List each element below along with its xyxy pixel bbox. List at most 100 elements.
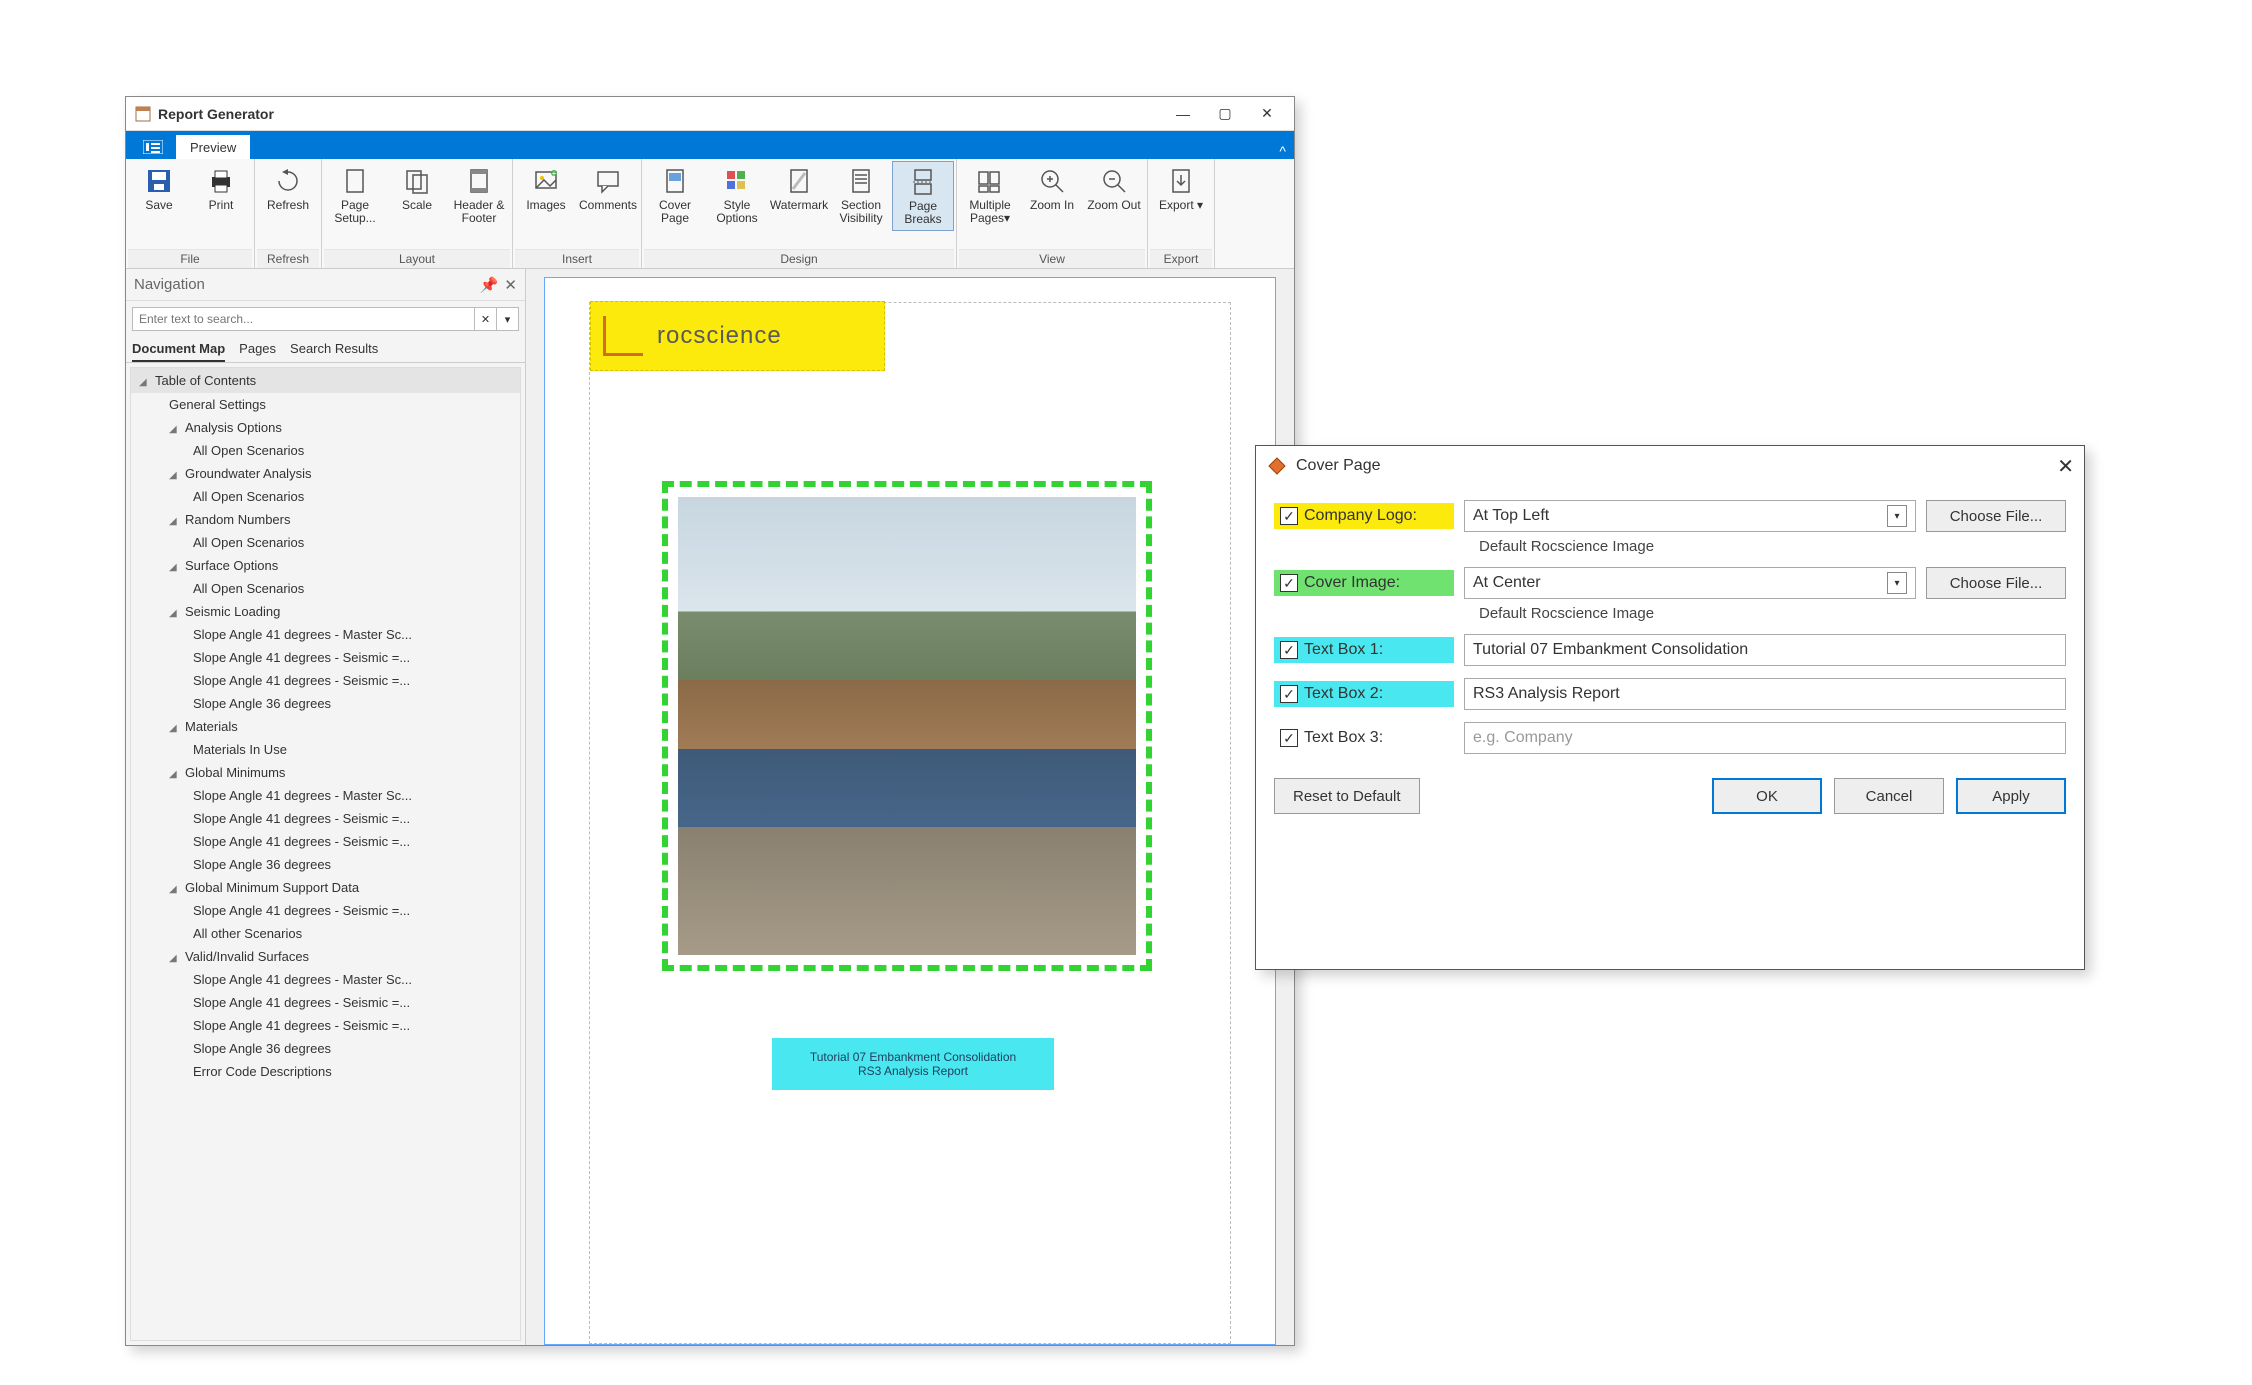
images-icon: + <box>530 165 562 197</box>
cancel-button[interactable]: Cancel <box>1834 778 1944 814</box>
comments-label: Comments <box>579 199 637 227</box>
nav-tab-document-map[interactable]: Document Map <box>132 337 225 362</box>
tree-item[interactable]: ◢Valid/Invalid Surfaces <box>131 945 520 968</box>
company-logo-checkbox[interactable]: ✓ <box>1280 507 1298 525</box>
print-button[interactable]: Print <box>190 161 252 229</box>
minimize-button[interactable]: — <box>1162 99 1204 129</box>
nav-tab-search-results[interactable]: Search Results <box>290 337 378 362</box>
apply-button[interactable]: Apply <box>1956 778 2066 814</box>
ok-button[interactable]: OK <box>1712 778 1822 814</box>
tree-item[interactable]: All Open Scenarios <box>131 485 520 508</box>
company-logo-choose-file-button[interactable]: Choose File... <box>1926 500 2066 532</box>
save-button[interactable]: Save <box>128 161 190 229</box>
tree-item[interactable]: Slope Angle 41 degrees - Master Sc... <box>131 968 520 991</box>
tree-item[interactable]: Slope Angle 41 degrees - Seismic =... <box>131 669 520 692</box>
scale-button[interactable]: Scale <box>386 161 448 229</box>
tree-item[interactable]: Slope Angle 41 degrees - Master Sc... <box>131 623 520 646</box>
tree-item[interactable]: ◢Analysis Options <box>131 416 520 439</box>
dialog-icon <box>1266 455 1288 477</box>
maximize-button[interactable]: ▢ <box>1204 99 1246 129</box>
page-breaks-button[interactable]: Page Breaks <box>892 161 954 231</box>
app-icon <box>134 105 152 123</box>
dialog-close-icon[interactable]: ✕ <box>2057 454 2074 479</box>
tree-item[interactable]: Slope Angle 41 degrees - Seismic =... <box>131 807 520 830</box>
text-box-3-checkbox[interactable]: ✓ <box>1280 729 1298 747</box>
cover-page-button[interactable]: Cover Page <box>644 161 706 229</box>
tree-item[interactable]: ◢Groundwater Analysis <box>131 462 520 485</box>
cover-image-choose-file-button[interactable]: Choose File... <box>1926 567 2066 599</box>
cover-page-dialog: Cover Page ✕ ✓ Company Logo: At Top Left… <box>1255 445 2085 970</box>
text-box-3-label-cell: ✓ Text Box 3: <box>1274 725 1454 751</box>
page-setup-button[interactable]: Page Setup... <box>324 161 386 229</box>
company-logo-dropdown[interactable]: At Top Left ▾ <box>1464 500 1916 532</box>
zoom-out-button[interactable]: Zoom Out <box>1083 161 1145 229</box>
tree-item[interactable]: Slope Angle 41 degrees - Seismic =... <box>131 899 520 922</box>
section-visibility-button[interactable]: Section Visibility <box>830 161 892 229</box>
header-footer-icon <box>463 165 495 197</box>
tree-item[interactable]: Slope Angle 41 degrees - Seismic =... <box>131 646 520 669</box>
tree-item[interactable]: ◢Random Numbers <box>131 508 520 531</box>
reset-to-default-button[interactable]: Reset to Default <box>1274 778 1420 814</box>
zoom-in-button[interactable]: Zoom In <box>1021 161 1083 229</box>
tree-item[interactable]: All Open Scenarios <box>131 531 520 554</box>
text-box-2-checkbox[interactable]: ✓ <box>1280 685 1298 703</box>
watermark-button[interactable]: Watermark <box>768 161 830 229</box>
cover-image-preview[interactable] <box>662 481 1152 971</box>
toc-root[interactable]: ◢Table of Contents <box>131 368 520 393</box>
cover-image-row: ✓ Cover Image: At Center ▾ Choose File..… <box>1274 563 2066 603</box>
tree-item[interactable]: All Open Scenarios <box>131 439 520 462</box>
file-menu-icon[interactable] <box>130 135 176 159</box>
tree-item[interactable]: ◢Seismic Loading <box>131 600 520 623</box>
nav-close-icon[interactable]: ✕ <box>504 276 517 294</box>
cover-image-checkbox[interactable]: ✓ <box>1280 574 1298 592</box>
tree-item[interactable]: Materials In Use <box>131 738 520 761</box>
search-go-icon[interactable]: ▾ <box>497 307 519 331</box>
nav-tab-pages[interactable]: Pages <box>239 337 276 362</box>
close-button[interactable]: ✕ <box>1246 99 1288 129</box>
search-clear-icon[interactable]: ✕ <box>475 307 497 331</box>
cover-image-dropdown[interactable]: At Center ▾ <box>1464 567 1916 599</box>
pin-icon[interactable]: 📌 <box>480 276 499 294</box>
images-label: Images <box>526 199 565 227</box>
text-box-1-input[interactable]: Tutorial 07 Embankment Consolidation <box>1464 634 2066 666</box>
multiple-pages-button[interactable]: Multiple Pages▾ <box>959 161 1021 229</box>
company-logo-preview[interactable]: rocscience <box>590 301 885 371</box>
text-box-2-input[interactable]: RS3 Analysis Report <box>1464 678 2066 710</box>
tree-item[interactable]: ◢Materials <box>131 715 520 738</box>
tree-item[interactable]: Slope Angle 41 degrees - Seismic =... <box>131 991 520 1014</box>
cover-page-label: Cover Page <box>646 199 704 227</box>
tree-item[interactable]: Slope Angle 36 degrees <box>131 692 520 715</box>
text-box-preview[interactable]: Tutorial 07 Embankment Consolidation RS3… <box>772 1038 1054 1090</box>
tree-item[interactable]: Slope Angle 41 degrees - Seismic =... <box>131 830 520 853</box>
titlebar: Report Generator — ▢ ✕ <box>126 97 1294 131</box>
tree-item[interactable]: All other Scenarios <box>131 922 520 945</box>
tree-item[interactable]: ◢Global Minimums <box>131 761 520 784</box>
ribbon-group-label: View <box>959 249 1145 268</box>
tree-item[interactable]: General Settings <box>131 393 520 416</box>
tree-item[interactable]: Error Code Descriptions <box>131 1060 520 1083</box>
header-footer-button[interactable]: Header & Footer <box>448 161 510 229</box>
tree-item[interactable]: Slope Angle 36 degrees <box>131 853 520 876</box>
tree-item[interactable]: Slope Angle 41 degrees - Seismic =... <box>131 1014 520 1037</box>
ribbon-tab-preview[interactable]: Preview <box>176 135 250 159</box>
dialog-title: Cover Page <box>1296 457 1381 475</box>
dialog-titlebar: Cover Page ✕ <box>1256 446 2084 486</box>
images-button[interactable]: +Images <box>515 161 577 229</box>
style-options-button[interactable]: Style Options <box>706 161 768 229</box>
document-map-tree[interactable]: ◢Table of ContentsGeneral Settings◢Analy… <box>130 367 521 1341</box>
tree-item[interactable]: All Open Scenarios <box>131 577 520 600</box>
text-box-3-input[interactable]: e.g. Company <box>1464 722 2066 754</box>
tree-item[interactable]: Slope Angle 41 degrees - Master Sc... <box>131 784 520 807</box>
tree-item[interactable]: ◢Global Minimum Support Data <box>131 876 520 899</box>
search-input[interactable] <box>132 307 475 331</box>
tree-item[interactable]: ◢Surface Options <box>131 554 520 577</box>
export-button[interactable]: Export ▾ <box>1150 161 1212 229</box>
ribbon-group-view: Multiple Pages▾Zoom InZoom Out View <box>957 159 1148 268</box>
refresh-button[interactable]: Refresh <box>257 161 319 229</box>
print-icon <box>205 165 237 197</box>
ribbon-collapse-icon[interactable]: ^ <box>1279 143 1286 159</box>
comments-button[interactable]: Comments <box>577 161 639 229</box>
text-box-1-checkbox[interactable]: ✓ <box>1280 641 1298 659</box>
zoom-in-icon <box>1036 165 1068 197</box>
tree-item[interactable]: Slope Angle 36 degrees <box>131 1037 520 1060</box>
